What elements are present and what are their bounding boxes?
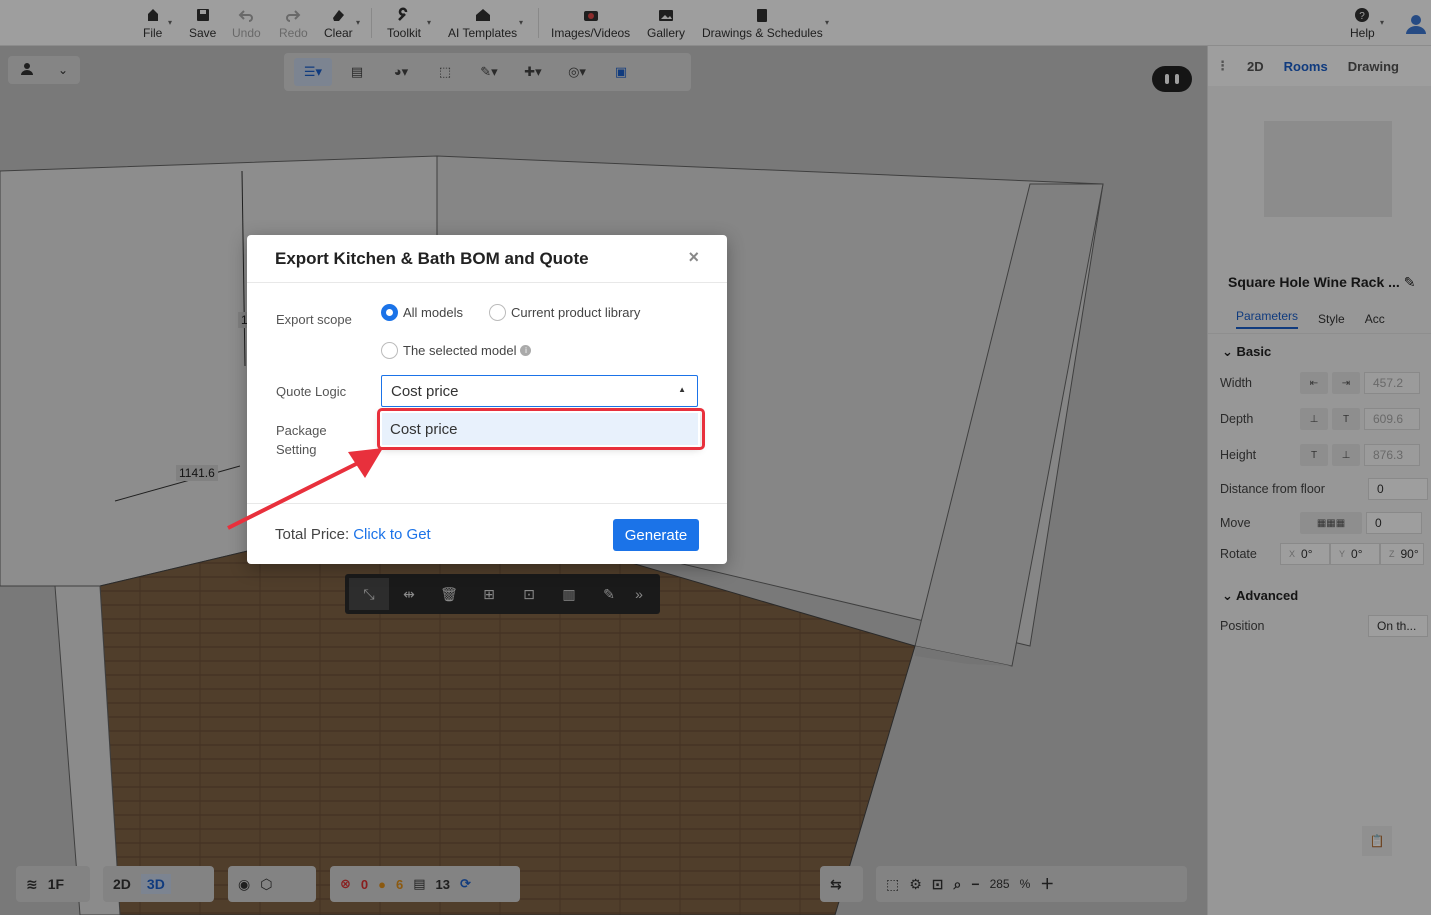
export-scope-label: Export scope [276, 312, 352, 327]
info-icon[interactable]: i [520, 345, 532, 356]
radio-selected-model[interactable]: The selected model i [381, 342, 532, 359]
radio-unchecked-icon [489, 304, 506, 321]
total-price: Total Price: Click to Get [275, 526, 431, 543]
radio-checked-icon [381, 304, 398, 321]
dialog-footer: Total Price: Click to Get Generate [247, 503, 727, 564]
quote-logic-label: Quote Logic [276, 384, 347, 399]
radio-all-models[interactable]: All models [381, 304, 463, 321]
click-to-get-link[interactable]: Click to Get [353, 526, 431, 543]
quote-logic-select[interactable]: Cost price ▲ [381, 375, 698, 407]
dialog-title: Export Kitchen & Bath BOM and Quote [275, 248, 589, 268]
radio-current-library[interactable]: Current product library [489, 304, 640, 321]
export-bom-dialog: Export Kitchen & Bath BOM and Quote × Ex… [247, 235, 727, 564]
package-setting-label: Package Setting [276, 423, 327, 457]
highlight-box [377, 408, 705, 450]
generate-button[interactable]: Generate [613, 519, 699, 551]
dialog-header: Export Kitchen & Bath BOM and Quote × [247, 235, 727, 283]
caret-up-icon: ▲ [678, 385, 686, 394]
radio-unchecked-icon [381, 342, 398, 359]
close-icon[interactable]: × [688, 247, 699, 268]
